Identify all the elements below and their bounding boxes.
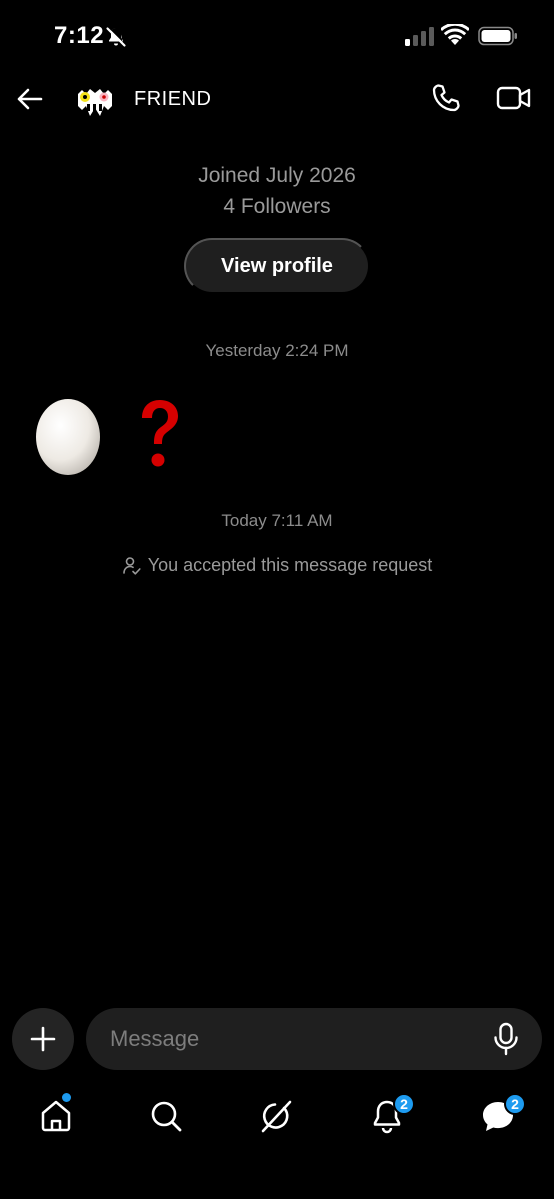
chat-header: FRIEND [0,72,554,128]
plus-icon [30,1026,56,1052]
contact-name[interactable]: FRIEND [134,88,211,111]
bell-slash-icon [106,27,126,47]
request-text: You accepted this message request [147,555,433,575]
person-check-icon [122,556,141,575]
status-bar: 7:12 [0,0,554,72]
followers-count: 4 Followers [223,195,331,218]
message-timestamp: Yesterday 2:24 PM [205,341,349,360]
back-button[interactable] [12,82,46,116]
grok-icon[interactable] [258,1098,294,1134]
message-input[interactable] [86,1008,542,1070]
joined-date: Joined July 2026 [198,164,356,187]
home-icon[interactable] [38,1098,74,1134]
search-icon[interactable] [148,1098,184,1134]
video-icon[interactable] [496,82,532,114]
view-profile-button[interactable]: View profile [184,238,370,294]
signal-icon [405,27,434,46]
back-arrow-icon [17,88,43,110]
avatar[interactable] [74,80,116,120]
mic-icon[interactable] [492,1022,520,1056]
message-timestamp: Today 7:11 AM [221,511,333,530]
phone-icon[interactable] [430,82,462,114]
home-unread-dot [62,1093,71,1102]
status-time: 7:12 [54,22,105,49]
add-attachment-button[interactable] [12,1008,74,1070]
notifications-badge: 2 [393,1093,415,1115]
request-accepted-notice: You accepted this message request [0,555,554,576]
egg-emoji[interactable] [35,396,101,476]
messages-badge: 2 [504,1093,526,1115]
battery-icon [478,26,517,46]
question-mark-emoji[interactable] [136,398,182,472]
bottom-nav [0,1090,554,1150]
wifi-icon [441,24,469,45]
